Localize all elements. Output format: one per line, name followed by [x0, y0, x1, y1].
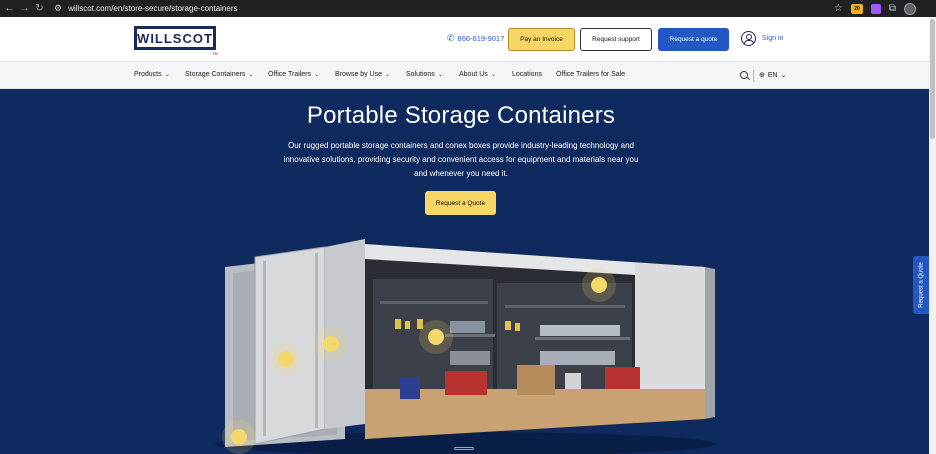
url-text[interactable]: willscot.com/en/store-secure/storage-con…: [68, 4, 237, 13]
page-title: Portable Storage Containers: [306, 102, 616, 129]
carousel-indicator[interactable]: [454, 447, 474, 450]
chevron-down-icon: ⌄: [780, 72, 787, 79]
bookmark-star-icon[interactable]: ☆: [834, 3, 843, 14]
globe-icon: ⊕: [759, 72, 765, 79]
language-selector[interactable]: ⊕ EN ⌄: [759, 71, 787, 80]
nav-locations[interactable]: Locations: [512, 71, 542, 78]
chevron-down-icon: ⌄: [385, 72, 391, 78]
chevron-down-icon: ⌄: [314, 72, 320, 78]
request-quote-button[interactable]: Request a quote: [658, 28, 729, 51]
request-support-button[interactable]: Request support: [580, 28, 652, 51]
nav-office-trailers[interactable]: Office Trailers ⌄: [268, 71, 319, 78]
chevron-down-icon: ⌄: [164, 72, 170, 78]
nav-label: About Us: [459, 71, 488, 78]
address-bar[interactable]: ⚙ willscot.com/en/store-secure/storage-c…: [54, 3, 237, 14]
nav-label: Products: [134, 71, 162, 78]
hero-description: Our rugged portable storage containers a…: [283, 141, 639, 178]
reload-icon[interactable]: ↻: [32, 3, 47, 14]
willscot-logo[interactable]: WILLSCOT: [134, 26, 216, 50]
nav-label: Storage Containers: [185, 71, 246, 78]
nav-label: Locations: [512, 71, 542, 78]
language-label: EN: [767, 71, 778, 79]
nav-divider: [753, 70, 754, 82]
page-scrollbar[interactable]: [929, 17, 936, 454]
logo-trademark: TM: [212, 51, 218, 56]
feature-hotspot[interactable]: [428, 329, 444, 345]
scrollbar-thumb[interactable]: [930, 19, 935, 139]
site-settings-icon[interactable]: ⚙: [54, 3, 62, 14]
pay-invoice-button[interactable]: Pay an Invoice: [508, 28, 575, 51]
nav-label: Office Trailers: [268, 71, 312, 78]
extensions-puzzle-icon[interactable]: ⧉: [889, 3, 896, 14]
phone-link[interactable]: ✆ 866-619-9017: [447, 33, 504, 44]
nav-office-trailers-for-sale[interactable]: Office Trailers for Sale: [556, 71, 625, 78]
nav-label: Solutions: [406, 71, 435, 78]
nav-label: Browse by Use: [335, 71, 383, 78]
feature-hotspot[interactable]: [231, 429, 247, 445]
hero-request-quote-button[interactable]: Request a Quote: [425, 191, 496, 215]
profile-avatar[interactable]: [904, 2, 916, 15]
user-account-icon[interactable]: [741, 31, 756, 46]
site-header: WILLSCOT TM ✆ 866-619-9017 Pay an Invoic…: [0, 17, 929, 61]
nav-label: Office Trailers for Sale: [556, 71, 626, 78]
chevron-down-icon: ⌄: [437, 72, 443, 78]
forward-icon[interactable]: →: [17, 3, 32, 14]
back-icon[interactable]: ←: [2, 3, 17, 14]
main-nav: Products ⌄ Storage Containers ⌄ Office Tra…: [0, 61, 929, 89]
browser-toolbar: ← → ↻ ⚙ willscot.com/en/store-secure/sto…: [0, 0, 936, 17]
logo-text: WILLSCOT: [137, 30, 213, 46]
sign-in-link[interactable]: Sign in: [762, 35, 783, 42]
nav-about-us[interactable]: About Us ⌄: [459, 71, 496, 78]
feature-hotspot[interactable]: [591, 277, 607, 293]
phone-icon: ✆: [447, 33, 455, 43]
nav-solutions[interactable]: Solutions ⌄: [406, 71, 443, 78]
side-tab-label: Request a Quote: [918, 262, 925, 308]
storage-container-illustration: [215, 239, 715, 454]
side-request-quote-tab[interactable]: Request a Quote: [913, 256, 930, 314]
feature-hotspot[interactable]: [323, 336, 339, 352]
feature-hotspot[interactable]: [278, 351, 294, 367]
nav-products[interactable]: Products ⌄: [134, 71, 170, 78]
hero-section: Portable Storage Containers Our rugged p…: [0, 89, 929, 454]
nav-browse-by-use[interactable]: Browse by Use ⌄: [335, 71, 390, 78]
chevron-down-icon: ⌄: [490, 72, 496, 78]
extension-icon[interactable]: [870, 3, 881, 14]
search-icon[interactable]: [740, 71, 748, 79]
nav-storage-containers[interactable]: Storage Containers ⌄: [185, 71, 253, 78]
extension-badge-icon[interactable]: 20: [850, 3, 863, 14]
phone-number: 866-619-9017: [457, 34, 505, 43]
chevron-down-icon: ⌄: [248, 72, 254, 78]
